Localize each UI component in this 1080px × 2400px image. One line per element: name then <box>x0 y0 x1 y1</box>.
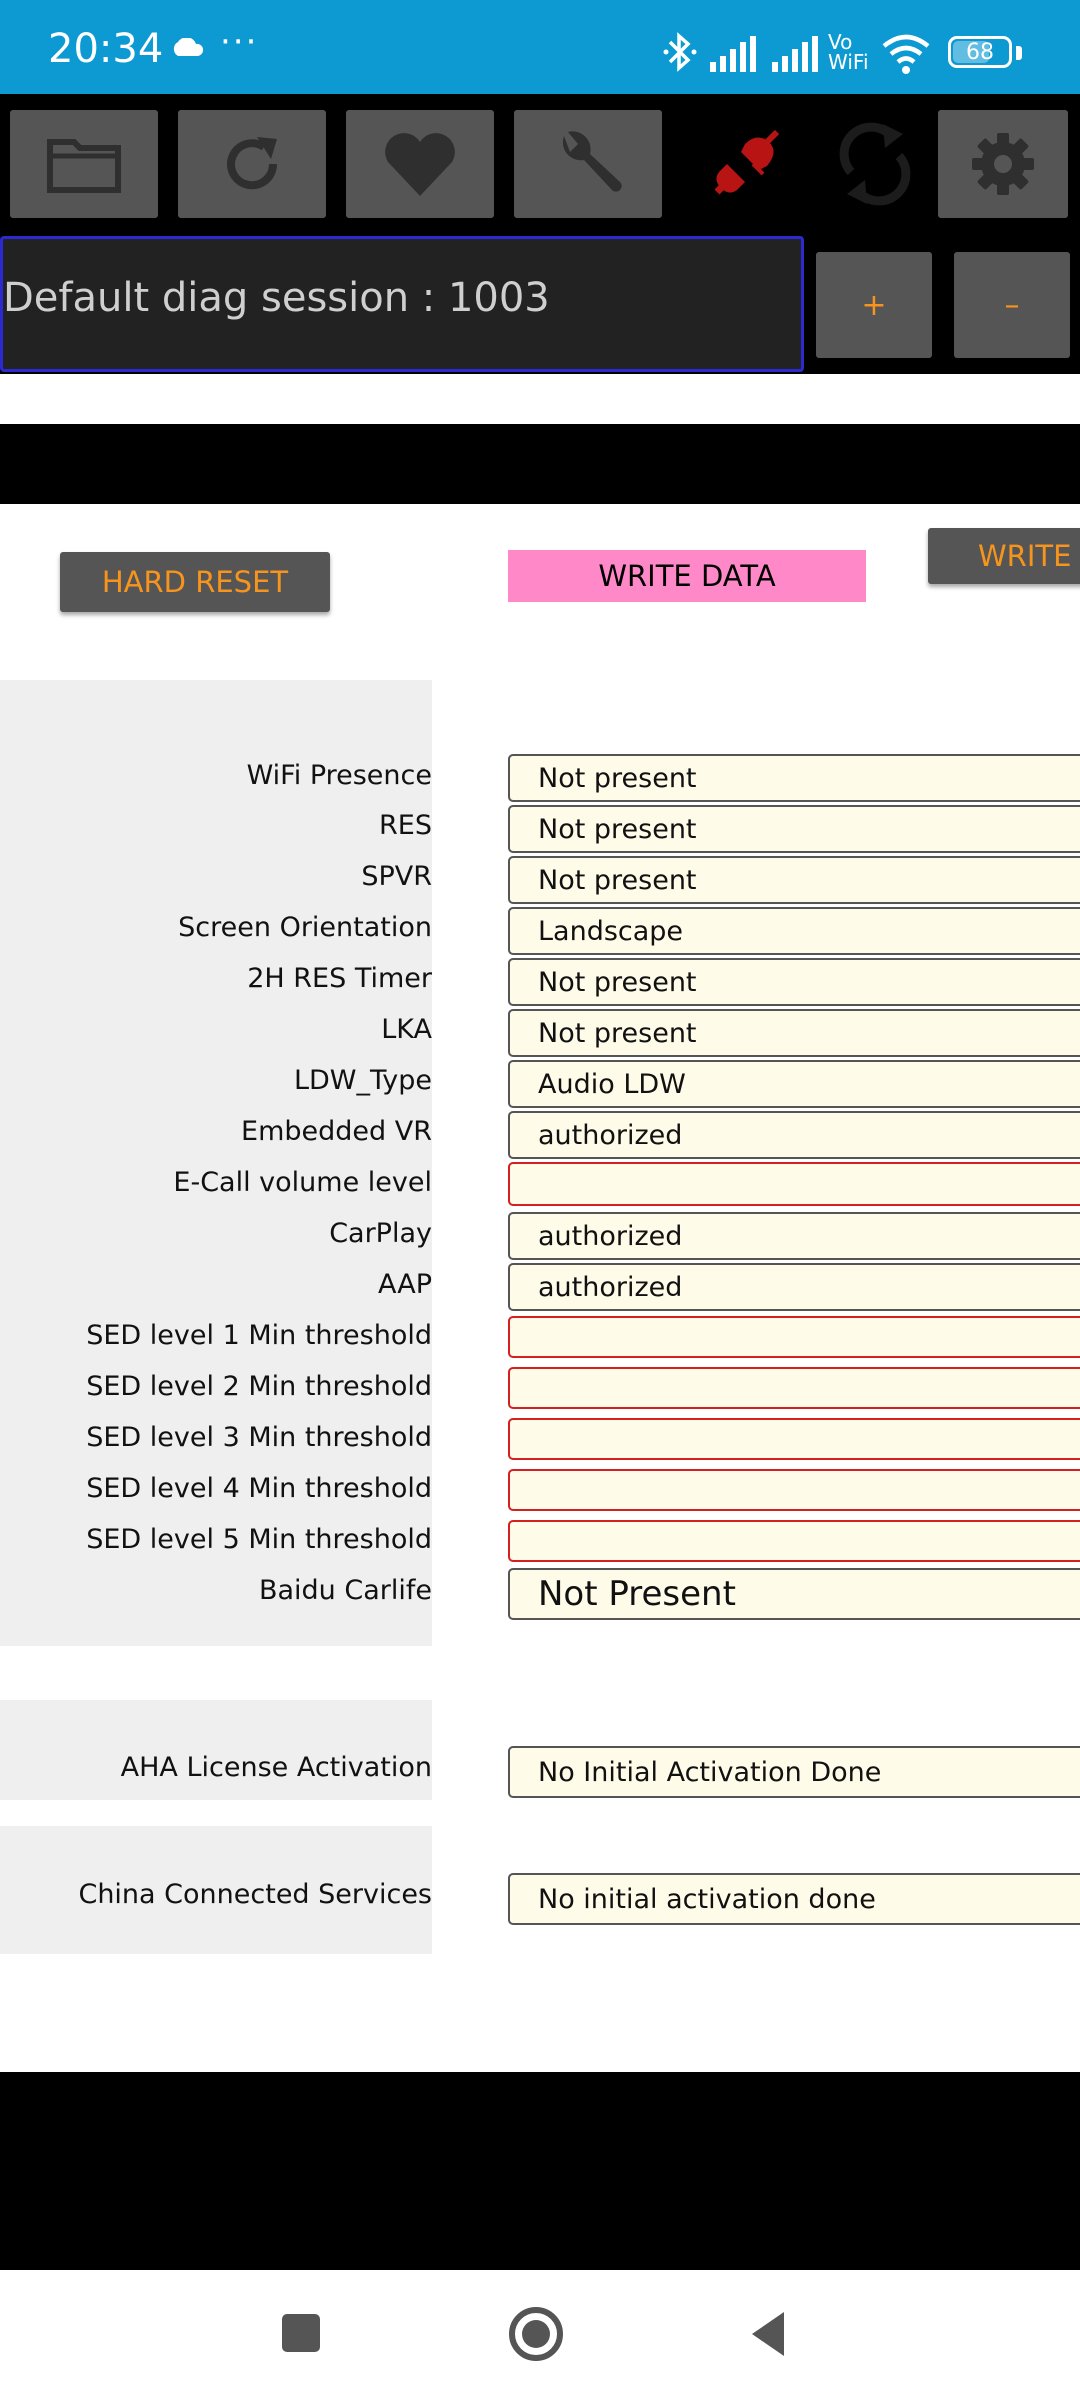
param-label: E-Call volume level <box>173 1167 432 1198</box>
param-select[interactable]: authorized <box>508 1263 1080 1311</box>
more-notifications-icon: ··· <box>220 22 259 62</box>
hard-reset-button[interactable]: HARD RESET <box>60 552 330 612</box>
param-label: CarPlay <box>329 1218 432 1249</box>
wifi-icon <box>882 34 930 74</box>
param-input-empty[interactable] <box>508 1469 1080 1511</box>
param-label: LKA <box>381 1014 432 1045</box>
param-input-empty[interactable] <box>508 1418 1080 1460</box>
increment-button[interactable]: + <box>816 252 932 358</box>
param-input-empty[interactable] <box>508 1162 1080 1206</box>
param-label: SED level 3 Min threshold <box>86 1422 432 1453</box>
diag-session-display: Default diag session : 1003 <box>0 236 804 372</box>
battery-cap <box>1016 46 1022 60</box>
param-label: LDW_Type <box>293 1065 432 1096</box>
decrement-button[interactable]: – <box>954 252 1070 358</box>
toolbar: Default diag session : 1003 + – <box>0 94 1080 374</box>
cloud-icon <box>173 38 204 56</box>
favorite-button[interactable] <box>346 110 494 218</box>
heart-icon <box>385 133 455 196</box>
session-text: Default diag session : 1003 <box>3 275 550 321</box>
param-select[interactable]: Audio LDW <box>508 1060 1080 1108</box>
home-button[interactable] <box>506 2304 566 2364</box>
param-label: SED level 1 Min threshold <box>86 1320 432 1351</box>
vowifi-label: Vo WiFi <box>828 30 869 74</box>
write-button[interactable]: WRITE <box>928 528 1080 584</box>
sync-button[interactable] <box>820 110 930 218</box>
recents-button[interactable] <box>282 2314 320 2352</box>
tools-button[interactable] <box>514 110 662 218</box>
settings-button[interactable] <box>938 110 1068 218</box>
signal-icon <box>710 36 756 72</box>
refresh-button[interactable] <box>178 110 326 218</box>
status-time: 20:34 <box>48 26 164 72</box>
aha-status-field[interactable]: No Initial Activation Done <box>508 1746 1080 1798</box>
battery-level: 68 <box>966 39 994 65</box>
param-label: RES <box>379 810 432 841</box>
param-label: SED level 5 Min threshold <box>86 1524 432 1555</box>
status-bar: 20:34 ··· Vo WiFi 68 <box>0 0 1080 94</box>
param-label: Baidu Carlife <box>258 1575 432 1606</box>
param-label: SED level 2 Min threshold <box>86 1371 432 1402</box>
folder-icon <box>47 139 121 193</box>
param-label: SPVR <box>361 861 432 892</box>
aha-label-panel <box>0 1700 432 1800</box>
bluetooth-icon <box>663 32 697 72</box>
param-select[interactable]: Landscape <box>508 907 1080 955</box>
refresh-icon <box>227 137 278 190</box>
navigation-bar <box>0 2270 1080 2400</box>
param-select[interactable]: Not Present <box>508 1568 1080 1620</box>
disconnected-plug-icon <box>714 129 780 195</box>
param-label: Embedded VR <box>241 1116 432 1147</box>
param-input-empty[interactable] <box>508 1367 1080 1409</box>
write-data-button[interactable]: WRITE DATA <box>508 550 866 602</box>
china-label: China Connected Services <box>78 1879 432 1910</box>
param-select[interactable]: Not present <box>508 856 1080 904</box>
param-label: 2H RES Timer <box>247 963 432 994</box>
param-select[interactable]: Not present <box>508 958 1080 1006</box>
param-label: SED level 4 Min threshold <box>86 1473 432 1504</box>
param-label: WiFi Presence <box>246 760 432 791</box>
battery-icon: 68 <box>948 36 1012 68</box>
param-label: AAP <box>378 1269 432 1300</box>
bottom-band <box>0 2072 1080 2270</box>
param-input-empty[interactable] <box>508 1520 1080 1562</box>
wrench-icon <box>562 131 622 192</box>
separator-band <box>0 424 1080 504</box>
china-status-field[interactable]: No initial activation done <box>508 1873 1080 1925</box>
sync-icon <box>839 122 911 206</box>
param-select[interactable]: Not present <box>508 805 1080 853</box>
param-select[interactable]: authorized <box>508 1111 1080 1159</box>
signal-icon-2 <box>772 36 818 72</box>
disconnect-button[interactable] <box>690 110 800 218</box>
param-select[interactable]: Not present <box>508 754 1080 802</box>
aha-label: AHA License Activation <box>120 1752 432 1783</box>
back-button[interactable] <box>748 2310 788 2358</box>
param-select[interactable]: Not present <box>508 1009 1080 1057</box>
param-input-empty[interactable] <box>508 1316 1080 1358</box>
open-folder-button[interactable] <box>10 110 158 218</box>
gear-icon <box>972 133 1034 195</box>
param-label: Screen Orientation <box>178 912 432 943</box>
param-select[interactable]: authorized <box>508 1212 1080 1260</box>
